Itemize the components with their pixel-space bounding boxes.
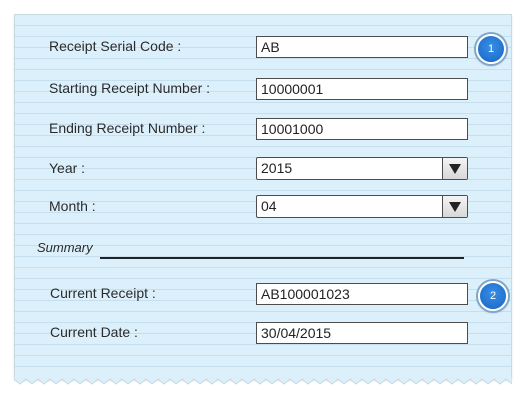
year-select-value: 2015 <box>261 160 293 176</box>
month-label: Month : <box>49 198 96 214</box>
year-label: Year : <box>49 160 86 176</box>
summary-heading: Summary <box>37 240 93 255</box>
triangle-down-icon <box>449 164 461 174</box>
summary-divider <box>100 257 464 259</box>
starting-number-input[interactable] <box>256 78 468 100</box>
month-select-value: 04 <box>261 198 277 214</box>
triangle-down-icon <box>449 202 461 212</box>
serial-code-label: Receipt Serial Code : <box>49 38 182 54</box>
ending-number-label: Ending Receipt Number : <box>49 120 206 136</box>
month-dropdown-button[interactable] <box>442 196 467 217</box>
starting-number-label: Starting Receipt Number : <box>49 80 211 96</box>
torn-edge <box>14 377 512 385</box>
current-date-label: Current Date : <box>50 324 138 340</box>
step-badge-1: 1 <box>476 34 506 64</box>
current-receipt-label: Current Receipt : <box>50 285 156 301</box>
ending-number-input[interactable] <box>256 118 468 140</box>
serial-code-input[interactable] <box>256 36 468 58</box>
current-receipt-field[interactable] <box>256 283 468 305</box>
step-badge-2: 2 <box>478 281 508 311</box>
current-date-field[interactable] <box>256 322 468 344</box>
year-select[interactable]: 2015 <box>256 157 468 180</box>
month-select[interactable]: 04 <box>256 195 468 218</box>
year-dropdown-button[interactable] <box>442 158 467 179</box>
